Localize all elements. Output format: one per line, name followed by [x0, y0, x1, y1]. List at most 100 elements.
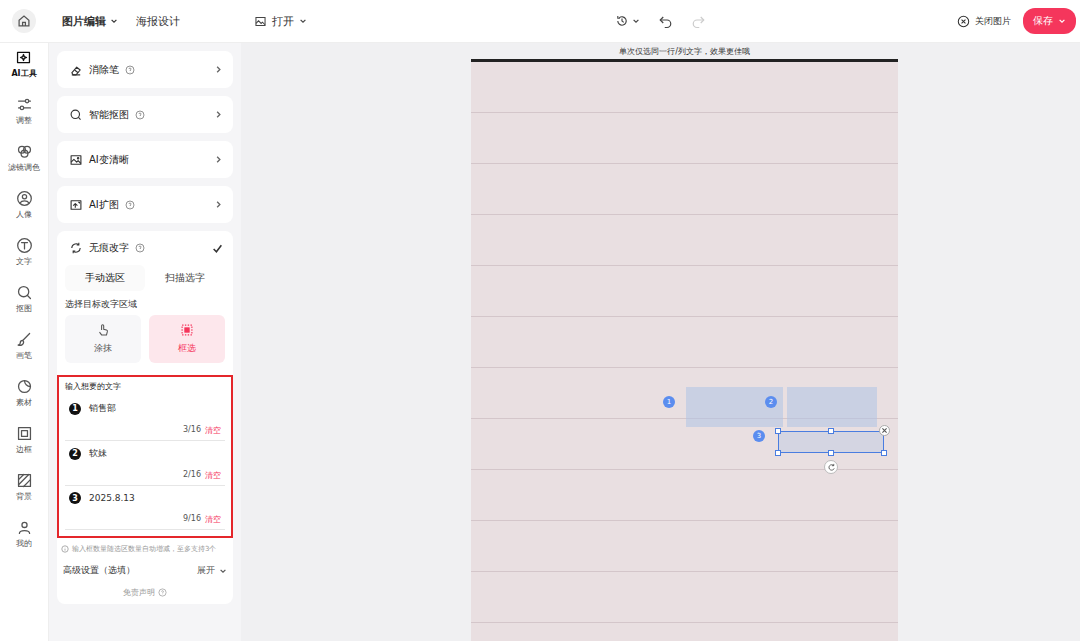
resize-handle[interactable] [775, 450, 781, 456]
select-mode-tabs: 手动选区扫描选字 [65, 265, 225, 291]
rail-item[interactable]: AI工具 [11, 49, 36, 87]
chevron-down-icon [299, 17, 307, 25]
cutout-icon [16, 284, 33, 301]
rail-item[interactable]: 人像 [16, 190, 33, 228]
cutout-icon [69, 108, 83, 122]
chevron-down-icon [632, 17, 640, 25]
material-icon [16, 378, 33, 395]
input-number: 2 [69, 448, 81, 460]
smear-hand-icon [96, 323, 110, 337]
selection-box[interactable] [787, 387, 877, 427]
redo-button[interactable] [691, 14, 706, 29]
disclaimer-link[interactable]: 免责声明 [57, 581, 233, 600]
chevron-down-icon [219, 567, 227, 575]
frame-icon [16, 425, 33, 442]
ai-sparkle-icon [15, 49, 32, 66]
filter-icon [16, 143, 33, 160]
background-icon [16, 472, 33, 489]
close-image-button[interactable]: 关闭图片 [957, 15, 1011, 28]
help-icon [125, 65, 135, 75]
rail-item[interactable]: 画笔 [16, 331, 33, 369]
input-hint: 输入框数量随选区数量自动增减，至多支持3个 [57, 538, 233, 554]
advanced-settings[interactable]: 高级设置（选填）展开 [57, 554, 233, 581]
area-label: 选择目标改字区域 [57, 291, 233, 315]
undo-button[interactable] [658, 14, 673, 29]
close-icon [881, 427, 888, 434]
text-input-group: 输入想要的文字1销售部3/16清空2软妹2/16清空32025.8.139/16… [57, 375, 233, 538]
expand-icon [69, 198, 83, 212]
tool-card[interactable]: AI扩图 [57, 186, 233, 223]
clear-button[interactable]: 清空 [205, 425, 221, 436]
mode-tab[interactable]: 海报设计 [134, 10, 182, 33]
brush-icon [16, 331, 33, 348]
top-bar: 图片编辑海报设计 打开 关闭图片保存 [0, 0, 1080, 43]
area-mode-button[interactable]: 框选 [149, 315, 225, 363]
mode-tab[interactable]: 图片编辑 [60, 10, 120, 33]
rewrite-tool-card: 无痕改字手动选区扫描选字选择目标改字区域涂抹框选输入想要的文字1销售部3/16清… [57, 231, 233, 604]
text-rewrite-icon [69, 241, 83, 255]
canvas-area: 单次仅选同一行/列文字，效果更佳哦 1 2 3 [241, 43, 1080, 641]
rail-item[interactable]: 抠图 [16, 284, 33, 322]
sliders-icon [16, 96, 33, 113]
close-circle-icon [957, 15, 970, 28]
image-icon [254, 15, 267, 28]
rotate-icon [827, 463, 836, 472]
resize-handle[interactable] [828, 428, 834, 434]
text-icon [16, 237, 33, 254]
tool-card[interactable]: AI变清晰 [57, 141, 233, 178]
select-mode-tab[interactable]: 手动选区 [65, 265, 145, 291]
clear-button[interactable]: 清空 [205, 470, 221, 481]
home-icon [17, 14, 31, 28]
image-icon [69, 153, 83, 167]
tool-panel: 消除笔智能抠图 AI变清晰 AI扩图无痕改字手动选区扫描选字选择目标改字区域涂抹框选… [49, 43, 241, 641]
rail-item[interactable]: 边框 [16, 425, 33, 463]
rotate-handle[interactable] [824, 460, 838, 474]
chevron-right-icon [214, 65, 223, 74]
help-icon [135, 243, 145, 253]
redo-icon [691, 14, 706, 29]
text-input[interactable]: 2软妹2/16清空 [65, 441, 225, 486]
person-icon [16, 519, 33, 536]
tool-card[interactable]: 智能抠图 [57, 96, 233, 133]
info-icon [61, 545, 69, 553]
chevron-down-icon [1058, 17, 1066, 25]
delete-selection-button[interactable] [879, 425, 890, 436]
chevron-right-icon [214, 155, 223, 164]
select-mode-tab[interactable]: 扫描选字 [145, 265, 225, 291]
help-icon [158, 588, 167, 597]
selection-marker: 1 [663, 396, 675, 408]
input-number: 3 [69, 492, 81, 504]
resize-handle[interactable] [775, 428, 781, 434]
photo[interactable]: 1 2 3 [471, 59, 898, 641]
open-button[interactable]: 打开 [254, 14, 307, 29]
resize-handle[interactable] [881, 450, 887, 456]
rail-item[interactable]: 调整 [16, 96, 33, 134]
check-icon [212, 243, 223, 254]
area-mode-button[interactable]: 涂抹 [65, 315, 141, 363]
portrait-icon [16, 190, 33, 207]
canvas-hint: 单次仅选同一行/列文字，效果更佳哦 [619, 43, 750, 59]
rail-item[interactable]: 我的 [16, 519, 33, 557]
tool-card[interactable]: 消除笔 [57, 51, 233, 88]
chevron-down-icon [110, 17, 118, 25]
text-input[interactable]: 1销售部3/16清空 [65, 396, 225, 441]
rail-item[interactable]: 背景 [16, 472, 33, 510]
history-icon [615, 14, 629, 28]
rail-item[interactable]: 素材 [16, 378, 33, 416]
chevron-right-icon [214, 110, 223, 119]
rail-item[interactable]: 文字 [16, 237, 33, 275]
help-icon [135, 110, 145, 120]
selection-marker: 2 [765, 396, 777, 408]
rail-item[interactable]: 滤镜调色 [8, 143, 40, 181]
undo-icon [658, 14, 673, 29]
selection-marker: 3 [753, 430, 765, 442]
history-button[interactable] [615, 14, 640, 28]
save-button[interactable]: 保存 [1023, 8, 1076, 34]
eraser-icon [69, 63, 83, 77]
home-button[interactable] [12, 9, 36, 33]
resize-handle[interactable] [828, 450, 834, 456]
clear-button[interactable]: 清空 [205, 514, 221, 525]
selection-box[interactable] [778, 431, 884, 453]
rewrite-tool-header[interactable]: 无痕改字 [57, 231, 233, 265]
text-input[interactable]: 32025.8.139/16清空 [65, 486, 225, 530]
